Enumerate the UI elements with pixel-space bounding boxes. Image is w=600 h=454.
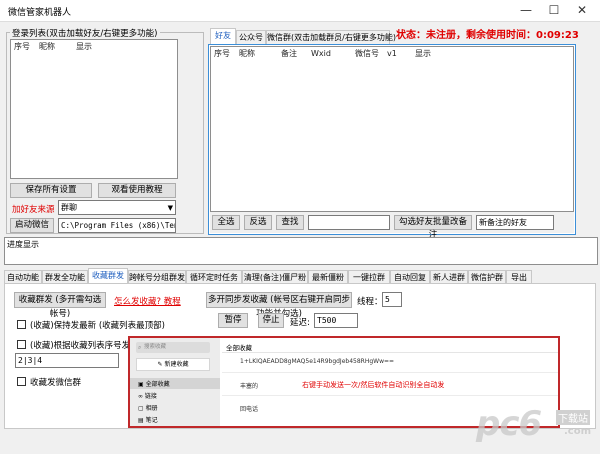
tab-export[interactable]: 导出 bbox=[506, 270, 532, 284]
preview-divider bbox=[222, 372, 558, 373]
login-group-label: 登录列表(双击加载好友/右键更多功能) bbox=[10, 27, 160, 39]
wechat-path-input[interactable]: C:\Program Files (x86)\Tencent\We bbox=[58, 218, 176, 233]
friends-col-nickname: 昵称 bbox=[239, 49, 255, 58]
tab-latest-zombie[interactable]: 最新僵粉 bbox=[308, 270, 348, 284]
pause-button[interactable]: 暂停 bbox=[218, 313, 248, 328]
tab-group-send-all[interactable]: 群发全功能 bbox=[42, 270, 88, 284]
friends-col-remark: 备注 bbox=[281, 49, 297, 58]
preview-new-label: 新建收藏 bbox=[164, 361, 189, 368]
preview-side-item: ▢ 相册 bbox=[138, 405, 158, 412]
friends-list[interactable]: 序号 昵称 备注 Wxid 微信号 v1 显示 bbox=[210, 46, 574, 212]
tab-clean-zombie-fans[interactable]: 清理(备注)僵尸粉 bbox=[242, 270, 308, 284]
friend-source-select[interactable]: 群聊 ▼ bbox=[58, 200, 176, 215]
tab-cross-account-send[interactable]: 跨帐号分组群发 bbox=[128, 270, 186, 284]
preview-search-text: 搜索收藏 bbox=[144, 344, 167, 350]
progress-box: 进度显示 bbox=[4, 237, 598, 265]
tab-auto-functions[interactable]: 自动功能 bbox=[4, 270, 42, 284]
select-all-button[interactable]: 全选 bbox=[212, 215, 240, 230]
tab-friends[interactable]: 好友 bbox=[210, 28, 236, 44]
stop-button[interactable]: 停止 bbox=[258, 313, 284, 328]
keep-latest-checkbox[interactable] bbox=[17, 320, 26, 329]
tab-official-accounts[interactable]: 公众号 bbox=[236, 30, 266, 44]
tutorial-button[interactable]: 观看使用教程 bbox=[98, 183, 176, 198]
multi-sync-send-button[interactable]: 多开同步发收藏 (帐号区右键开启同步功能并勾选) bbox=[206, 292, 352, 319]
friends-col-wechat-id: 微信号 bbox=[355, 49, 379, 58]
watermark-logo: pc6 下载站 .com bbox=[476, 396, 596, 452]
watermark-text: pc6 bbox=[476, 404, 542, 444]
note-icon: ▤ bbox=[138, 417, 146, 424]
new-remark-input[interactable]: 新备注的好友 bbox=[476, 215, 554, 230]
preview-header: 全部收藏 bbox=[226, 344, 252, 352]
index-input[interactable]: 2|3|4 bbox=[15, 353, 119, 368]
keep-latest-label: (收藏)保持发最新 (收藏列表最顶部) bbox=[30, 321, 165, 331]
login-col-display: 显示 bbox=[76, 42, 92, 51]
search-icon: ⌕ bbox=[138, 344, 142, 351]
delay-input[interactable]: T500 bbox=[314, 313, 358, 328]
preview-side-item: ∞ 链接 bbox=[138, 393, 157, 400]
thread-input[interactable]: 5 bbox=[382, 292, 402, 307]
friend-source-value: 群聊 bbox=[61, 203, 77, 212]
save-settings-button[interactable]: 保存所有设置 bbox=[10, 183, 92, 198]
title-bar: 微信管家机器人 — ☐ ✕ bbox=[0, 0, 600, 22]
preview-new-button: ✎ 新建收藏 bbox=[136, 358, 210, 371]
login-list[interactable]: 序号 昵称 显示 bbox=[10, 39, 178, 179]
collect-group-send-button[interactable]: 收藏群发 (多开需勾选帐号) bbox=[14, 292, 106, 319]
window-title: 微信管家机器人 bbox=[8, 8, 72, 18]
tab-group-guard[interactable]: 微信护群 bbox=[468, 270, 506, 284]
watermark-domain: .com bbox=[564, 426, 592, 437]
batch-remark-button[interactable]: 勾选好友批量改备注 bbox=[394, 215, 472, 240]
preview-divider bbox=[222, 352, 558, 353]
friends-col-v1: v1 bbox=[387, 49, 397, 58]
album-icon: ▢ bbox=[138, 405, 146, 412]
delay-label: 延迟: bbox=[290, 318, 310, 328]
preview-sidebar: ⌕ 搜索收藏 ✎ 新建收藏 ▣ 全部收藏 ∞ 链接 ▢ 相册 ▤ 笔记 bbox=[130, 338, 220, 426]
preview-hint: 右键手动发送一次/然后软件自动识别全自动发 bbox=[302, 381, 445, 389]
invert-selection-button[interactable]: 反选 bbox=[244, 215, 272, 230]
maximize-button[interactable]: ☐ bbox=[540, 2, 568, 19]
link-icon: ∞ bbox=[138, 393, 145, 400]
how-to-send-link[interactable]: 怎么发收藏? 教程 bbox=[114, 295, 181, 307]
tab-one-click-pull[interactable]: 一键拉群 bbox=[348, 270, 390, 284]
tab-collect-send[interactable]: 收藏群发 bbox=[88, 268, 128, 284]
friends-col-index: 序号 bbox=[214, 49, 230, 58]
preview-row-2: 丰塞的 bbox=[240, 383, 259, 390]
preview-side-item: ▣ 全部收藏 bbox=[138, 381, 170, 388]
preview-side-item: ▤ 笔记 bbox=[138, 417, 158, 424]
watermark-sub: 下载站 bbox=[556, 410, 590, 425]
start-wechat-button[interactable]: 启动微信 bbox=[10, 218, 54, 233]
by-index-checkbox[interactable] bbox=[17, 340, 26, 349]
tab-new-member[interactable]: 新人进群 bbox=[430, 270, 468, 284]
search-button[interactable]: 查找 bbox=[276, 215, 304, 230]
login-col-index: 序号 bbox=[14, 42, 30, 51]
collection-icon: ▣ bbox=[138, 381, 146, 388]
by-index-label: (收藏)根据收藏列表序号发 bbox=[30, 341, 131, 351]
progress-label: 进度显示 bbox=[7, 240, 39, 249]
login-col-nickname: 昵称 bbox=[39, 42, 55, 51]
thread-label: 线程： bbox=[357, 297, 383, 307]
send-to-group-checkbox[interactable] bbox=[17, 377, 26, 386]
tab-wechat-groups[interactable]: 微信群(双击加载群员/右键更多功能) bbox=[266, 30, 396, 44]
minimize-button[interactable]: — bbox=[512, 2, 540, 19]
chevron-down-icon: ▼ bbox=[167, 204, 173, 212]
function-tabs: 自动功能 群发全功能 收藏群发 跨帐号分组群发 循环定时任务 清理(备注)僵尸粉… bbox=[4, 268, 598, 284]
friends-col-wxid: Wxid bbox=[311, 49, 331, 58]
pencil-icon: ✎ bbox=[157, 361, 163, 368]
preview-row-1: 1+LKIQAEADD8gMAQ5e14R9bgdJeb458RHgWw== bbox=[240, 358, 395, 365]
tab-auto-reply[interactable]: 自动回复 bbox=[390, 270, 430, 284]
preview-search: ⌕ 搜索收藏 bbox=[136, 342, 210, 353]
tab-loop-timed-tasks[interactable]: 循环定时任务 bbox=[186, 270, 242, 284]
friends-col-display: 显示 bbox=[415, 49, 431, 58]
close-button[interactable]: ✕ bbox=[568, 2, 596, 19]
preview-row-3: 回电话 bbox=[240, 406, 259, 413]
send-to-group-label: 收藏发微信群 bbox=[30, 378, 82, 388]
friends-search-input[interactable] bbox=[308, 215, 390, 230]
friend-source-label: 加好友来源 bbox=[12, 205, 55, 215]
